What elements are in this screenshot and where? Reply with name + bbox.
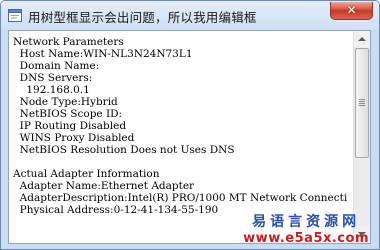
text-line: Network Parameters (13, 36, 124, 48)
watermark: 易语言资源网 www.e5a5x.com (243, 211, 369, 246)
grip-line (359, 103, 365, 104)
text-line: 192.168.0.1 (13, 84, 90, 96)
text-line: DNS Servers: (13, 72, 93, 84)
text-line: Domain Name: (13, 60, 100, 72)
text-line: NetBIOS Scope ID: (13, 108, 123, 120)
text-line: Actual Adapter Information (13, 168, 160, 180)
text-line: Node Type:Hybrid (13, 96, 118, 108)
watermark-site-name: 易语言资源网 (252, 214, 361, 230)
scroll-up-button[interactable] (354, 31, 370, 48)
text-line: WINS Proxy Disabled (13, 132, 135, 144)
close-button[interactable]: ✕ (330, 2, 373, 20)
grip-line (359, 105, 365, 106)
arrow-up-icon (358, 37, 366, 41)
title-bar[interactable]: 用树型框显示会出问题，所以我用编辑框 ✕ (1, 1, 379, 30)
window-title: 用树型框显示会出问题，所以我用编辑框 (28, 10, 257, 25)
dialog-window: 用树型框显示会出问题，所以我用编辑框 ✕ Network Parameters … (0, 0, 380, 250)
grip-line (359, 101, 365, 102)
text-line: Physical Address:0-12-41-134-55-190 (13, 204, 219, 216)
window-app-icon (8, 9, 22, 22)
text-line: AdapterDescription:Intel(R) PRO/1000 MT … (13, 192, 348, 204)
text-line: NetBIOS Resolution Does not Uses DNS (13, 144, 235, 156)
close-icon: ✕ (346, 3, 357, 17)
watermark-url: www.e5a5x.com (243, 231, 369, 246)
text-line: Adapter Name:Ethernet Adapter (13, 180, 195, 192)
grip-line (359, 99, 365, 100)
text-line: IP Routing Disabled (13, 120, 127, 132)
text-line: Host Name:WIN-NL3N24N73L1 (13, 48, 193, 60)
scroll-thumb[interactable] (355, 48, 369, 158)
